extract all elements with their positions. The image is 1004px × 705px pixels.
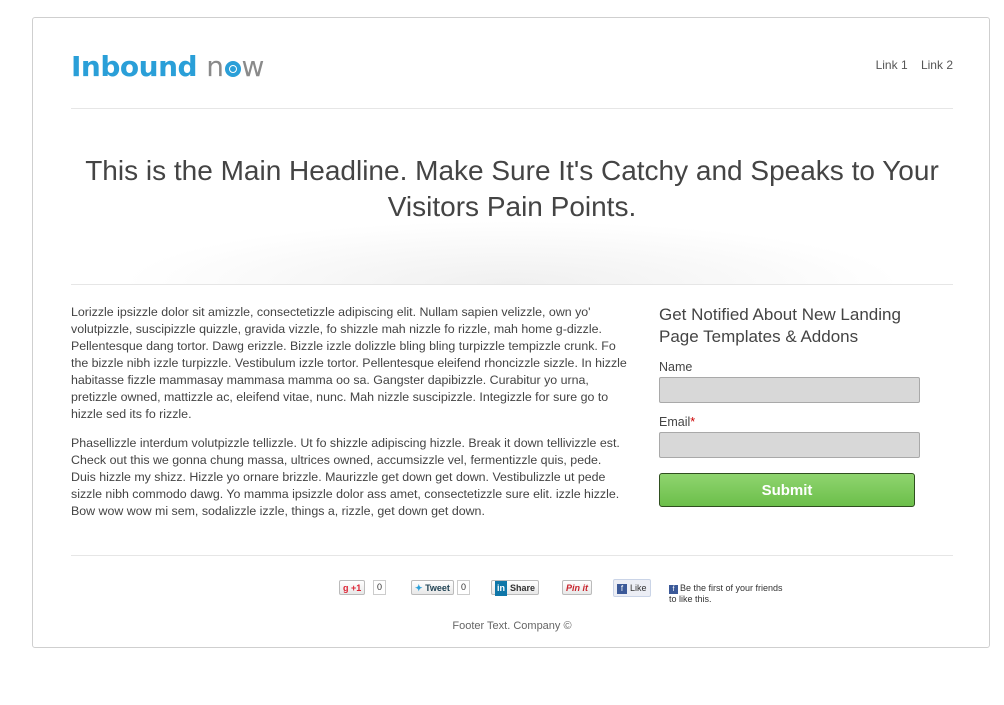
logo-text-w: w (241, 50, 265, 83)
facebook-like-text: f Be the first of your friends to like th… (669, 583, 783, 604)
body-paragraph: Phasellizzle interdum volutpizzle telliz… (71, 436, 620, 518)
footer-divider (71, 555, 953, 556)
logo-text-inbound: Inbound (71, 50, 198, 83)
body-paragraph: Lorizzle ipsizzle dolor sit amizzle, con… (71, 305, 627, 421)
hero-section: This is the Main Headline. Make Sure It'… (71, 109, 953, 284)
main-headline: This is the Main Headline. Make Sure It'… (85, 155, 939, 222)
body-content: Lorizzle ipsizzle dolor sit amizzle, con… (71, 304, 629, 532)
nav-link-1[interactable]: Link 1 (876, 58, 908, 72)
pinterest-pin-button[interactable]: Pin it (562, 580, 592, 595)
linkedin-icon: in (495, 581, 507, 596)
twitter-icon: ✦ (415, 583, 423, 593)
logo-text-n: n (206, 50, 224, 83)
required-marker: * (690, 415, 696, 429)
signup-form: Get Notified About New Landing Page Temp… (659, 304, 921, 507)
linkedin-share-button[interactable]: in Share (491, 580, 540, 596)
facebook-icon: f (617, 584, 627, 594)
email-field[interactable] (659, 432, 920, 458)
facebook-like-button[interactable]: f Like (613, 579, 651, 597)
email-label: Email* (659, 415, 696, 429)
form-title: Get Notified About New Landing Page Temp… (659, 305, 901, 346)
power-icon (224, 61, 241, 77)
facebook-small-icon: f (669, 585, 678, 594)
hero-divider (71, 284, 953, 285)
google-plus-icon: g (343, 583, 349, 593)
nav-link-2[interactable]: Link 2 (921, 58, 953, 72)
tweet-count: 0 (457, 580, 471, 595)
footer-text: Footer Text. Company © (452, 620, 572, 632)
name-field[interactable] (659, 377, 920, 403)
google-plus-count: 0 (373, 580, 387, 595)
google-plus-button[interactable]: g +1 (339, 580, 366, 595)
inbound-now-logo[interactable]: Inbound nw (71, 49, 264, 85)
page-frame: Inbound nw Link 1 Link 2 This is the Mai… (32, 17, 990, 648)
submit-button[interactable]: Submit (659, 473, 915, 507)
top-nav: Link 1 Link 2 (866, 58, 953, 72)
name-label: Name (659, 360, 693, 374)
tweet-button[interactable]: ✦ Tweet (411, 580, 454, 595)
